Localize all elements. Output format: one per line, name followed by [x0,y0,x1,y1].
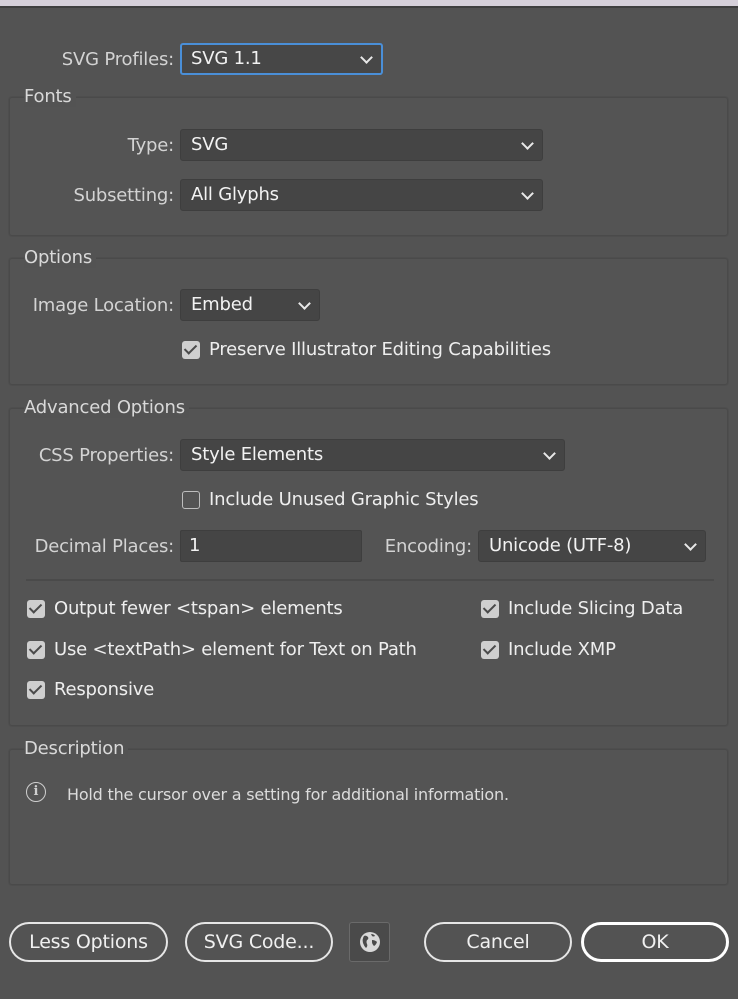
svg-profiles-value: SVG 1.1 [191,48,262,69]
image-location-label: Image Location: [32,295,174,316]
fonts-panel [9,97,728,236]
preserve-editing-checkbox[interactable] [182,341,200,359]
image-location-value: Embed [191,294,253,315]
cancel-button[interactable]: Cancel [424,922,572,962]
ok-button[interactable]: OK [581,922,729,962]
output-fewer-tspan-checkbox[interactable] [27,600,45,618]
chevron-down-icon [521,187,534,200]
chevron-down-icon [684,538,697,551]
subsetting-label: Subsetting: [73,185,174,206]
chevron-down-icon [521,137,534,150]
font-type-value: SVG [191,134,229,155]
font-type-label: Type: [127,135,175,156]
svg-profiles-label: SVG Profiles: [61,49,174,70]
encoding-value: Unicode (UTF-8) [489,535,632,556]
description-text: Hold the cursor over a setting for addit… [67,785,509,804]
include-slicing-data-checkbox[interactable] [481,600,499,618]
window-top-border [0,6,738,8]
css-properties-value: Style Elements [191,444,324,465]
decimal-places-input[interactable]: 1 [180,530,362,562]
css-properties-label: CSS Properties: [38,445,174,466]
description-panel [9,749,728,885]
include-unused-styles-label: Include Unused Graphic Styles [209,489,479,510]
responsive-label: Responsive [54,679,155,700]
options-panel-title: Options [24,247,97,268]
include-unused-styles-checkbox[interactable] [182,491,200,509]
svg-code-button[interactable]: SVG Code... [185,922,333,962]
encoding-label: Encoding: [384,536,472,557]
encoding-select[interactable]: Unicode (UTF-8) [478,530,706,562]
font-type-select[interactable]: SVG [180,129,543,161]
subsetting-select[interactable]: All Glyphs [180,179,543,211]
web-preview-button[interactable] [349,922,390,962]
chevron-down-icon [298,297,311,310]
preserve-editing-label: Preserve Illustrator Editing Capabilitie… [209,339,551,360]
subsetting-value: All Glyphs [191,184,279,205]
output-fewer-tspan-label: Output fewer <tspan> elements [54,598,343,619]
chevron-down-icon [543,447,556,460]
include-xmp-label: Include XMP [508,639,616,660]
description-panel-title: Description [24,738,129,759]
image-location-select[interactable]: Embed [180,289,320,321]
globe-icon [360,932,380,952]
use-textpath-label: Use <textPath> element for Text on Path [54,639,417,660]
info-icon: i [26,782,46,802]
include-xmp-checkbox[interactable] [481,641,499,659]
advanced-divider [26,579,714,581]
include-slicing-data-label: Include Slicing Data [508,598,684,619]
fonts-panel-title: Fonts [24,86,76,107]
use-textpath-checkbox[interactable] [27,641,45,659]
less-options-button[interactable]: Less Options [9,922,168,962]
decimal-places-label: Decimal Places: [34,536,175,557]
responsive-checkbox[interactable] [27,681,45,699]
chevron-down-icon [360,51,373,64]
css-properties-select[interactable]: Style Elements [180,439,565,471]
advanced-options-panel-title: Advanced Options [24,397,189,418]
svg-profiles-select[interactable]: SVG 1.1 [180,43,383,75]
options-panel [9,258,728,385]
